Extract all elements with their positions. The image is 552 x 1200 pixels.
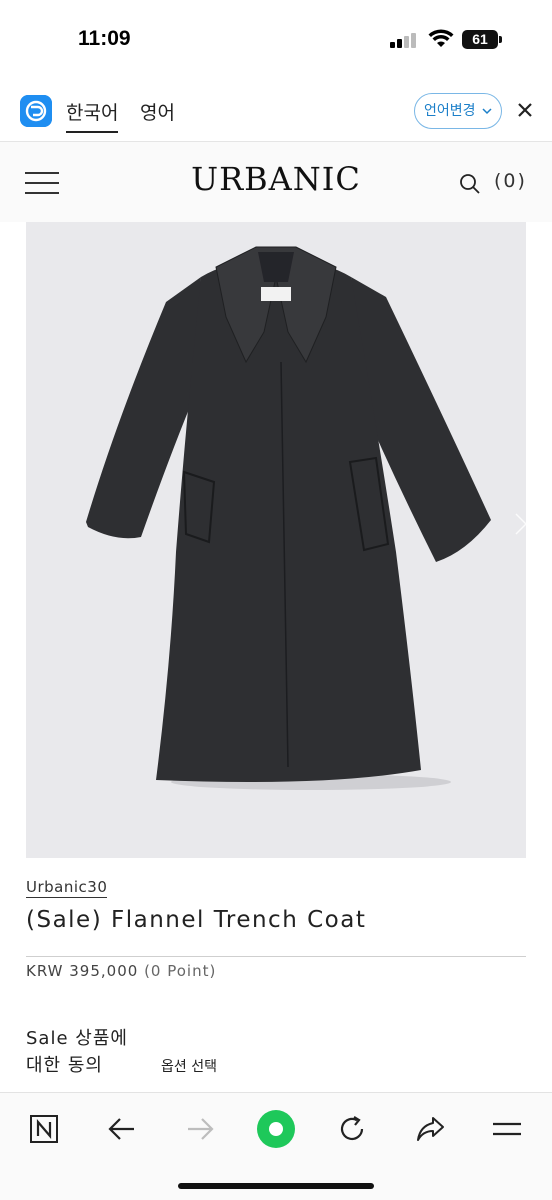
battery-icon: 61 [462,30,498,49]
sale-consent-line2: 대한 동의 [26,1055,103,1076]
product-price: KRW 395,000 (0 Point) [26,962,216,980]
naver-n-icon[interactable] [22,1109,66,1149]
battery-percent: 61 [472,31,488,47]
price-value: KRW 395,000 [26,962,139,980]
close-icon[interactable] [514,99,536,121]
status-bar: 11:09 61 [0,0,552,80]
wifi-icon [428,29,454,47]
forward-arrow-icon[interactable] [178,1109,222,1149]
change-language-label: 언어변경 [424,103,476,119]
share-icon[interactable] [408,1109,452,1149]
back-arrow-icon[interactable] [100,1109,144,1149]
translate-app-icon[interactable] [20,95,52,127]
cellular-signal-icon [390,32,420,48]
sale-consent-label: Sale 상품에 대한 동의 [26,1025,128,1079]
status-time: 11:09 [78,27,131,50]
tab-korean[interactable]: 한국어 [66,98,119,133]
sale-consent-line1: Sale 상품에 [26,1028,128,1049]
battery-cap [499,36,502,43]
menu-icon[interactable] [485,1109,529,1149]
price-points: (0 Point) [144,962,217,980]
cart-count[interactable]: (0) [494,170,527,192]
product-name: (Sale) Flannel Trench Coat [26,907,367,933]
change-language-button[interactable]: 언어변경 [414,93,502,129]
site-header: URBANIC (0) [0,142,552,222]
product-image[interactable] [26,222,526,858]
refresh-icon[interactable] [330,1109,374,1149]
divider [26,956,526,957]
tab-english[interactable]: 영어 [140,98,175,125]
home-indicator[interactable] [178,1183,374,1189]
search-icon[interactable] [458,172,482,196]
translate-bar: 한국어 영어 언어변경 [0,80,552,142]
product-brand-link[interactable]: Urbanic30 [26,878,108,898]
chevron-down-icon [482,108,492,115]
coat-illustration [86,246,491,790]
green-dot-icon[interactable] [254,1109,298,1149]
option-select[interactable]: 옵션 선택 [161,1056,217,1076]
next-image-arrow-icon[interactable] [514,512,526,536]
